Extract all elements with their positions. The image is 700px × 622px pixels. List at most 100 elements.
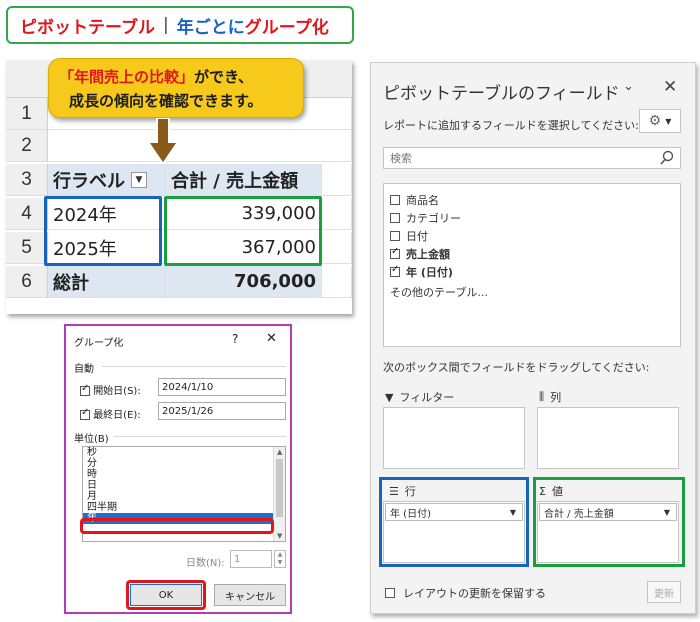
field-label: 日付 [406,230,428,243]
field-label: 売上金額 [406,248,450,261]
defer-checkbox[interactable] [385,588,395,598]
field-checkbox[interactable] [390,231,400,241]
columns-area-label: ⫼ 列 [539,389,561,405]
search-icon[interactable] [659,150,675,166]
unit-option[interactable]: 時 [83,469,285,480]
defer-update-row[interactable]: レイアウトの更新を保留する [385,585,546,601]
gear-icon: ⚙ [648,113,662,129]
columns-drop-area[interactable] [537,407,679,469]
columns-icon: ⫼ [539,390,545,403]
pivot-field-panel: ピボットテーブルのフィールド ⌄ ✕ レポートに追加するフィールドを選択してくだ… [370,62,696,614]
panel-title: ピボットテーブルのフィールド [383,84,620,104]
field-search-input[interactable]: 検索 [383,147,681,169]
unit-option[interactable]: 秒 [83,447,285,458]
row-number-4[interactable]: 4 [6,198,48,230]
empty-row-2[interactable] [48,130,352,162]
tools-button[interactable]: ⚙ ▼ [639,109,681,133]
start-label: 開始日(S): [93,386,141,397]
field-item-product[interactable]: 商品名 [390,192,439,208]
blank-cell[interactable] [322,198,352,230]
row-number-5[interactable]: 5 [6,232,48,264]
auto-section-label: 自動 [74,364,94,375]
field-item-date[interactable]: 日付 [390,228,428,244]
start-date-row[interactable]: 開始日(S): [80,382,141,397]
scroll-thumb[interactable] [276,459,283,517]
grand-total-value[interactable]: 706,000 [166,266,322,298]
update-button[interactable]: 更新 [647,581,681,603]
values-highlight-frame [533,477,685,567]
row-number-3[interactable]: 3 [6,164,48,196]
blank-cell[interactable] [322,232,352,264]
unit-option[interactable]: 日 [83,480,285,491]
filter-icon: ▼ [385,390,394,404]
end-date-row[interactable]: 最終日(E): [80,406,141,421]
title-part2: 年ごと [176,17,228,38]
ok-highlight-frame [126,580,206,610]
blank-cell[interactable] [322,266,352,298]
filter-area-label: ▼ フィルター [385,389,454,405]
scroll-up-icon[interactable]: ▲ [277,448,282,456]
unit-option[interactable]: 四半期 [83,502,285,513]
callout-line2: 成長の傾向を確認できます。 [69,92,263,110]
field-item-year[interactable]: 年 (日付) [390,264,453,280]
callout-quote: 「年間売上の比較」 [59,68,195,86]
field-item-sales[interactable]: 売上金額 [390,246,450,262]
start-checkbox[interactable] [80,383,90,396]
start-date-input[interactable]: 2024/1/10 [158,378,286,396]
filter-label-text: フィルター [399,391,455,404]
end-label: 最終日(E): [93,410,141,421]
end-checkbox[interactable] [80,407,90,420]
caret-down-icon: ▼ [665,116,672,126]
value-highlight-frame [164,196,322,266]
days-label: 日数(N): [186,558,225,569]
down-arrow-icon [148,118,178,164]
field-checkbox[interactable] [390,213,400,223]
field-checkbox-checked[interactable] [390,246,400,259]
rows-highlight-frame [379,477,529,567]
pivot-header-row-label[interactable]: 行ラベル ▼ [48,164,166,196]
field-label: カテゴリー [406,212,461,225]
chevron-down-icon[interactable]: ⌄ [623,79,634,94]
panel-subtitle: レポートに追加するフィールドを選択してください: [383,119,639,132]
callout-bubble: 「年間売上の比較」ができ、 成長の傾向を確認できます。 [48,58,304,118]
close-icon[interactable]: ✕ [663,77,677,97]
field-label: 商品名 [406,194,439,207]
pivot-header-value[interactable]: 合計 / 売上金額 [166,164,322,196]
group-dialog: グループ化 ? ✕ 自動 開始日(S): 2024/1/10 最終日(E): 2… [64,324,292,614]
cancel-button[interactable]: キャンセル [214,584,286,606]
more-tables-link[interactable]: その他のテーブル... [390,284,488,300]
callout-line1: ができ、 [194,68,253,86]
help-icon[interactable]: ? [232,332,238,346]
unit-section-label: 単位(B) [74,434,109,445]
title-part4: グループ化 [244,17,329,38]
field-label: 年 (日付) [406,266,453,279]
blank-cell[interactable] [322,164,352,196]
row-number-6[interactable]: 6 [6,266,48,298]
filter-drop-area[interactable] [383,407,525,469]
title-banner: ピボットテーブル | 年ごと に グループ化 [6,6,354,44]
title-part3: に [227,17,245,38]
title-part1: ピボットテーブル [20,17,155,38]
field-item-category[interactable]: カテゴリー [390,210,461,226]
defer-label: レイアウトの更新を保留する [403,587,546,600]
unit-option[interactable]: 分 [83,458,285,469]
filter-dropdown-icon[interactable]: ▼ [131,171,147,188]
year-highlight-frame [44,196,162,266]
days-input[interactable]: 1 [230,550,272,568]
divider [102,366,286,367]
list-scrollbar[interactable]: ▲ ▼ [273,447,285,541]
end-date-input[interactable]: 2025/1/26 [158,402,286,420]
days-spinner[interactable]: ▲ ▼ [274,550,286,568]
field-list: 商品名 カテゴリー 日付 売上金額 年 (日付) その他のテーブル... [383,183,681,347]
row-number-2[interactable]: 2 [6,130,48,162]
unit-option[interactable]: 月 [83,491,285,502]
divider [114,436,286,437]
grand-total-label[interactable]: 総計 [48,266,166,298]
row-number-1[interactable]: 1 [6,98,48,130]
columns-label-text: 列 [550,391,562,404]
field-checkbox[interactable] [390,195,400,205]
scroll-down-icon[interactable]: ▼ [277,532,282,540]
close-icon[interactable]: ✕ [266,331,277,346]
year-selection-highlight [80,518,274,534]
field-checkbox-checked[interactable] [390,264,400,277]
